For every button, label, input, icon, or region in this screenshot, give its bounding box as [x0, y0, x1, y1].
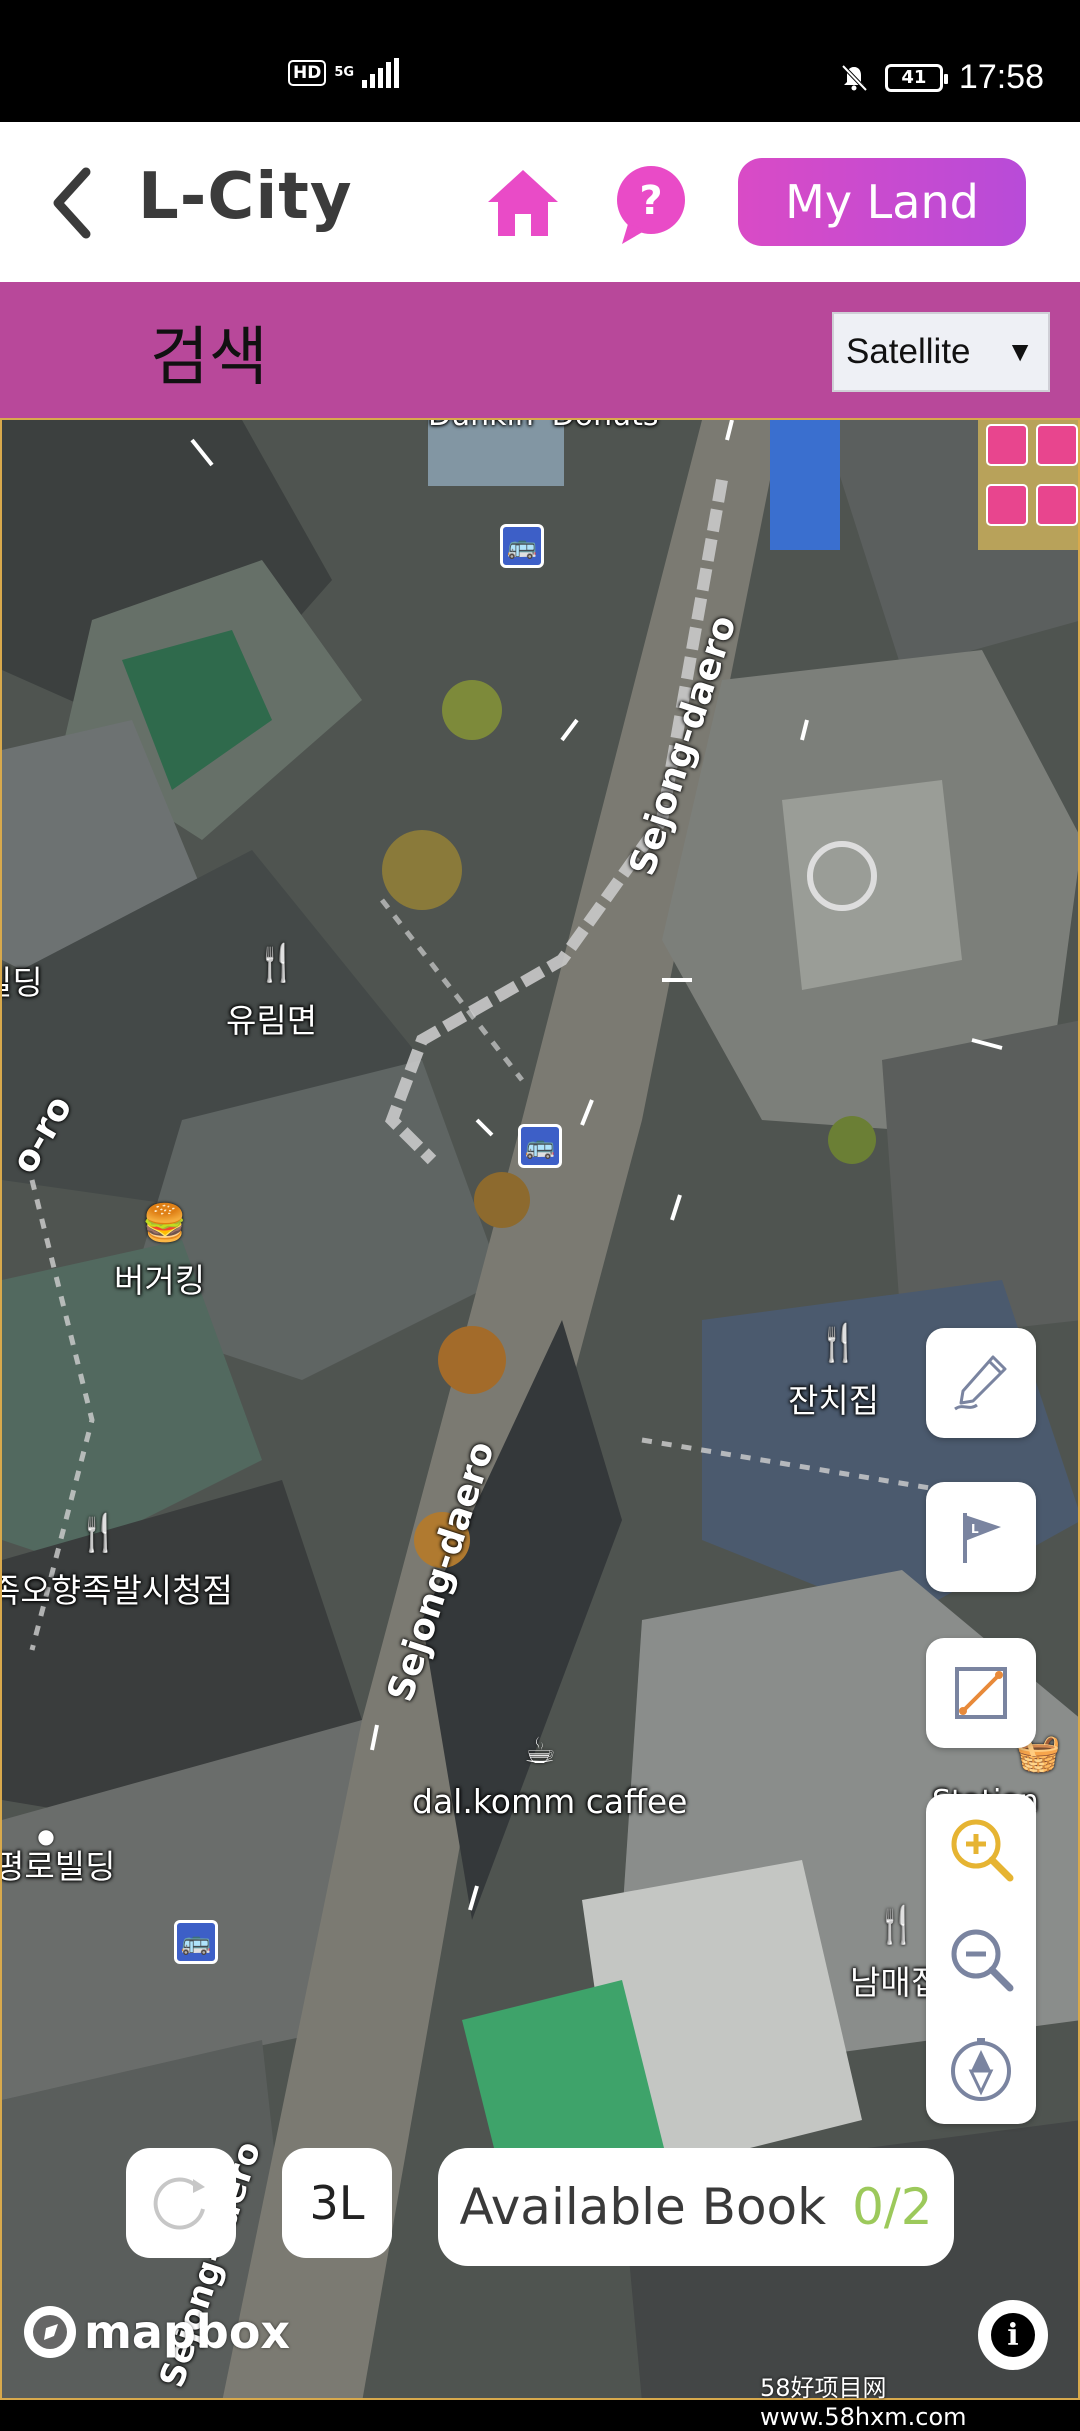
pen-icon — [954, 1355, 1007, 1411]
cafe-icon: ☕ — [523, 1731, 557, 1772]
mapbox-icon — [24, 2306, 76, 2358]
restaurant-icon: 🍴 — [254, 943, 299, 984]
refresh-button[interactable] — [126, 2148, 236, 2258]
available-book-button[interactable]: Available Book 0/2 — [438, 2148, 954, 2266]
bell-muted-icon — [841, 64, 868, 91]
svg-text:L: L — [971, 1522, 979, 1536]
burger-icon: 🍔 — [142, 1203, 187, 1244]
zoom-in-icon — [951, 1819, 1014, 1882]
search-label[interactable]: 검색 — [150, 306, 268, 398]
battery-icon: 41 — [884, 63, 948, 92]
bus-stop-icon[interactable]: 🚌 — [500, 524, 544, 568]
app-header: L-City ? My Land — [0, 122, 1080, 282]
clock: 17:58 — [958, 58, 1044, 96]
available-book-label: Available Book — [459, 2178, 827, 2236]
map-type-select[interactable]: Satellite ▼ — [832, 312, 1050, 392]
status-bar: HD 5G 41 17:58 — [0, 0, 1080, 122]
compass-icon — [951, 2038, 1011, 2101]
status-right: 41 17:58 — [839, 58, 1044, 97]
poi-jokbal[interactable]: 족오향족발시청점 — [2, 1564, 233, 1612]
help-icon[interactable]: ? — [612, 164, 690, 246]
satellite-map[interactable]: Sejong-daero Sejong-daero o-ro Sejong-da… — [0, 418, 1080, 2400]
info-icon: i — [991, 2313, 1035, 2357]
network-type: 5G — [334, 65, 355, 80]
home-icon[interactable] — [486, 166, 560, 240]
compass-button[interactable] — [926, 2014, 1036, 2124]
draw-tool-button[interactable] — [926, 1328, 1036, 1438]
network-status: HD 5G — [288, 58, 400, 88]
back-arrow-icon[interactable] — [44, 162, 104, 244]
zoom-in-button[interactable] — [926, 1794, 1036, 1904]
search-bar: 검색 Satellite ▼ — [0, 282, 1080, 418]
svg-text:?: ? — [639, 178, 662, 224]
poi-dalkomm[interactable]: dal.komm caffee — [412, 1782, 687, 1821]
zoom-controls — [926, 1794, 1036, 2124]
bus-stop-icon[interactable]: 🚌 — [174, 1920, 218, 1964]
poi-yurimmyeon[interactable]: 유림면 — [226, 994, 317, 1042]
zoom-out-icon — [951, 1929, 1014, 1992]
signal-icon — [362, 58, 400, 88]
flag-tool-button[interactable]: L — [926, 1482, 1036, 1592]
measure-tool-button[interactable] — [926, 1638, 1036, 1748]
measure-icon — [955, 1667, 1007, 1719]
poi-janchijip[interactable]: 잔치집 — [788, 1374, 879, 1422]
my-land-button[interactable]: My Land — [738, 158, 1026, 246]
map-type-value: Satellite — [846, 332, 971, 371]
poi-pyeongro-building[interactable]: 평로빌딩 — [2, 1840, 115, 1888]
poi-burger-king[interactable]: 버거킹 — [114, 1254, 205, 1302]
zoom-out-button[interactable] — [926, 1904, 1036, 2014]
attribution-info-button[interactable]: i — [978, 2300, 1048, 2370]
level-button[interactable]: 3L — [282, 2148, 392, 2258]
map-imagery — [2, 420, 1078, 2398]
refresh-icon — [153, 2177, 205, 2230]
available-book-count: 0/2 — [852, 2178, 933, 2236]
page-title: L-City — [138, 160, 353, 234]
bus-stop-icon[interactable]: 🚌 — [518, 1124, 562, 1168]
restaurant-icon: 🍴 — [816, 1323, 861, 1364]
mapbox-logo[interactable]: mapbox — [22, 2304, 290, 2360]
poi-building[interactable]: 빌딩 — [2, 956, 43, 1004]
restaurant-icon: 🍴 — [874, 1905, 919, 1946]
flag-icon: L — [963, 1513, 1001, 1563]
dropdown-arrow-icon: ▼ — [1006, 336, 1034, 367]
poi-dunkin[interactable]: Dunkin' Donuts — [428, 420, 659, 433]
mapbox-wordmark: mapbox — [84, 2305, 291, 2359]
hd-badge: HD — [288, 60, 327, 86]
restaurant-icon: 🍴 — [76, 1513, 121, 1554]
